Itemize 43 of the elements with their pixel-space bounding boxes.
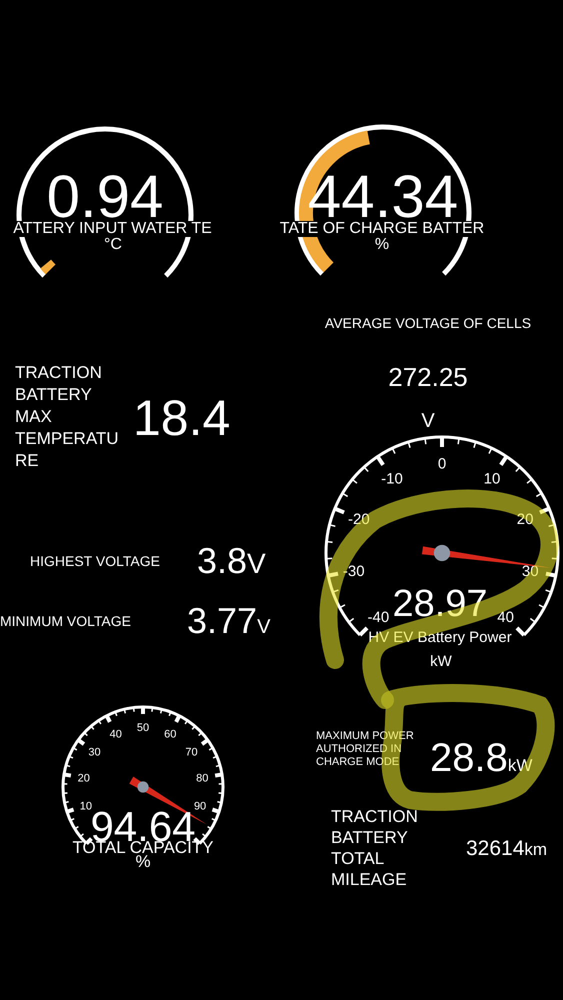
tick-label: 30	[522, 562, 539, 580]
metric-unit: km	[524, 841, 548, 858]
tick-label: 30	[88, 746, 101, 759]
metric-label: TRACTION BATTERY TOTAL MILEAGE	[331, 806, 419, 890]
tick-label: 90	[194, 800, 206, 812]
metric-value: 18.4	[133, 393, 230, 443]
gauge-label: ATTERY INPUT WATER TE	[13, 221, 212, 237]
metric-value: 272.25	[387, 364, 469, 390]
metric-unit: V	[257, 617, 270, 637]
tick-label: 10	[484, 470, 500, 488]
gauge-unit: kW	[429, 654, 453, 669]
tick-label: 80	[196, 772, 208, 784]
tick-label: -40	[368, 608, 390, 626]
metric-value: 3.77	[187, 603, 258, 639]
gauge-unit: %	[374, 237, 390, 253]
tick-label: 60	[164, 728, 176, 740]
gauge-fill	[40, 260, 56, 274]
tick-label: 50	[136, 722, 150, 734]
metric-label: MINIMUM VOLTAGE	[0, 614, 131, 628]
gauge-label: HV EV Battery Power	[367, 630, 513, 645]
tick-label: 20	[516, 510, 534, 528]
tick-label: 20	[78, 772, 90, 784]
tick-label: 40	[110, 728, 122, 740]
metric-label: HIGHEST VOLTAGE	[30, 554, 160, 568]
tick-label: 0	[438, 455, 446, 472]
tick-label: 10	[80, 800, 92, 812]
gauge-value: 94.64	[90, 811, 196, 842]
metric-label: AVERAGE VOLTAGE OF CELLS	[324, 316, 532, 330]
metric-label: TRACTION BATTERY MAX TEMPERATURE	[15, 362, 120, 472]
tick-label: 40	[497, 608, 514, 626]
gauge-unit: %	[135, 853, 151, 870]
tick-label: -20	[348, 510, 370, 528]
metric-value: 32614	[466, 838, 524, 859]
tick-label: -10	[381, 470, 403, 488]
gauge-unit: °C	[103, 237, 123, 253]
metric-unit: V	[247, 550, 266, 578]
tick-label: 70	[185, 746, 198, 759]
metric-unit: kW	[508, 757, 532, 774]
tick-label: -30	[342, 562, 365, 580]
metric-value: 3.8	[197, 543, 248, 579]
metric-value: 28.8	[430, 738, 508, 778]
metric-unit: V	[420, 411, 436, 431]
gauge-value: 0.94	[46, 174, 164, 220]
